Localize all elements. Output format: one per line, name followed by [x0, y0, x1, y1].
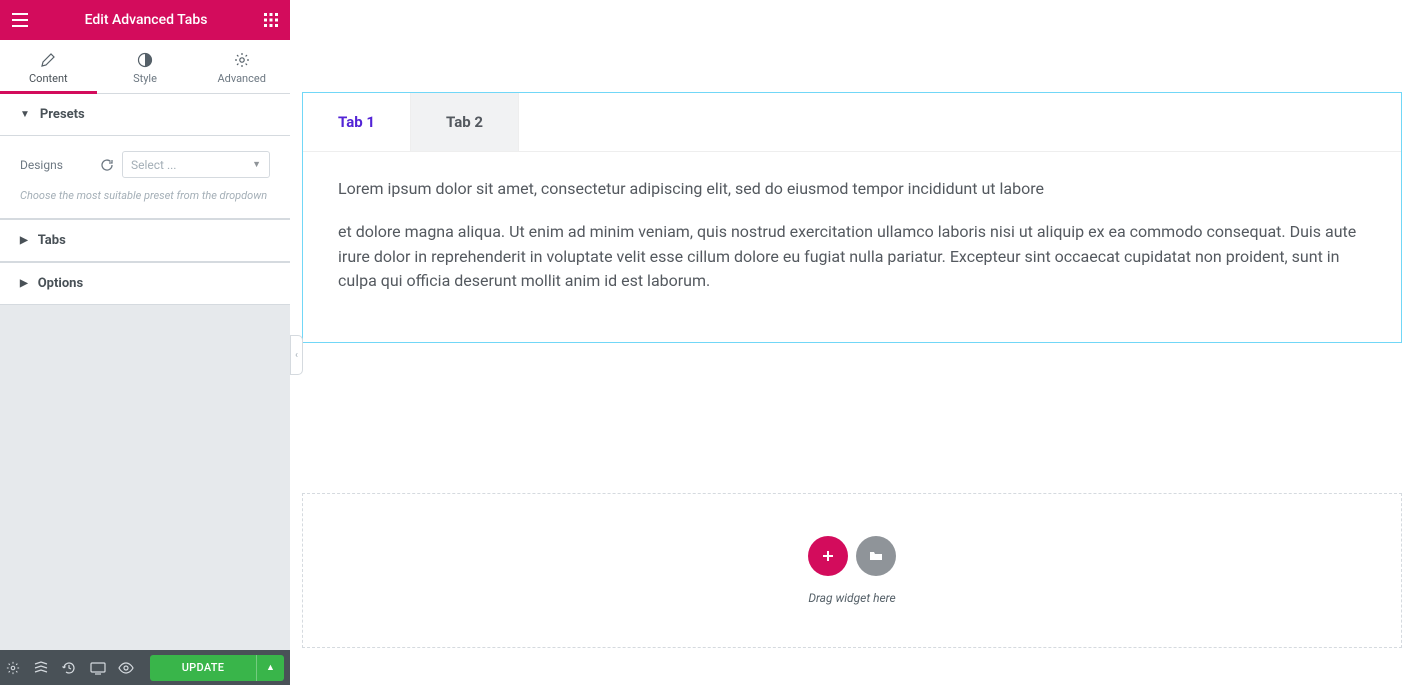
reload-icon[interactable] [100, 158, 114, 172]
preview-tab-1[interactable]: Tab 1 [303, 93, 411, 151]
tab-style-label: Style [133, 72, 157, 85]
tab-advanced-label: Advanced [217, 72, 265, 85]
settings-icon[interactable] [6, 661, 34, 675]
section-options-title: Options [38, 276, 83, 291]
menu-icon[interactable] [12, 13, 28, 27]
caret-right-icon: ▶ [20, 235, 28, 246]
panel-footer: UPDATE ▲ [0, 650, 290, 685]
tab-content-label: Content [29, 72, 68, 85]
designs-description: Choose the most suitable preset from the… [20, 188, 270, 203]
tab-advanced[interactable]: Advanced [193, 40, 290, 93]
history-icon[interactable] [62, 661, 90, 675]
caret-down-icon: ▼ [20, 109, 30, 120]
update-button-group: UPDATE ▲ [150, 655, 284, 681]
update-options-button[interactable]: ▲ [256, 655, 284, 681]
apps-icon[interactable] [264, 13, 278, 27]
navigator-icon[interactable] [34, 661, 62, 675]
panel-sections: ▼ Presets Designs Select ... ▼ Choose th… [0, 94, 290, 650]
preview-tab-2[interactable]: Tab 2 [411, 93, 519, 151]
panel-header: Edit Advanced Tabs [0, 0, 290, 40]
content-paragraph: Lorem ipsum dolor sit amet, consectetur … [338, 177, 1366, 202]
advanced-tabs-widget[interactable]: Tab 1 Tab 2 Lorem ipsum dolor sit amet, … [302, 92, 1402, 343]
responsive-icon[interactable] [90, 661, 118, 675]
section-presets-title: Presets [40, 107, 85, 122]
designs-label: Designs [20, 158, 100, 172]
section-tabs-header[interactable]: ▶ Tabs [0, 219, 290, 262]
contrast-icon [97, 52, 194, 68]
editor-panel: Edit Advanced Tabs Content Style Advance… [0, 0, 290, 685]
panel-mode-tabs: Content Style Advanced [0, 40, 290, 94]
content-paragraph: et dolore magna aliqua. Ut enim ad minim… [338, 220, 1366, 294]
designs-select[interactable]: Select ... ▼ [122, 151, 270, 178]
drop-hint: Drag widget here [808, 591, 895, 605]
drop-zone[interactable]: Drag widget here [302, 493, 1402, 648]
caret-right-icon: ▶ [20, 278, 28, 289]
tab-style[interactable]: Style [97, 40, 194, 93]
section-options-header[interactable]: ▶ Options [0, 262, 290, 305]
preview-icon[interactable] [118, 661, 146, 675]
tabs-nav: Tab 1 Tab 2 [303, 93, 1401, 152]
pencil-icon [0, 52, 97, 68]
designs-select-placeholder: Select ... [131, 158, 176, 172]
template-library-button[interactable] [856, 536, 896, 576]
add-section-button[interactable] [808, 536, 848, 576]
tab-content[interactable]: Content [0, 40, 97, 93]
tab-content-area: Lorem ipsum dolor sit amet, consectetur … [303, 152, 1401, 342]
update-button[interactable]: UPDATE [150, 655, 256, 681]
section-presets-body: Designs Select ... ▼ Choose the most sui… [0, 136, 290, 219]
gear-icon [193, 52, 290, 68]
preview-canvas: Tab 1 Tab 2 Lorem ipsum dolor sit amet, … [290, 0, 1414, 685]
chevron-down-icon: ▼ [252, 159, 261, 170]
section-presets-header[interactable]: ▼ Presets [0, 94, 290, 136]
section-tabs-title: Tabs [38, 233, 66, 248]
collapse-panel-handle[interactable]: ‹ [290, 335, 303, 375]
panel-title: Edit Advanced Tabs [28, 12, 264, 28]
